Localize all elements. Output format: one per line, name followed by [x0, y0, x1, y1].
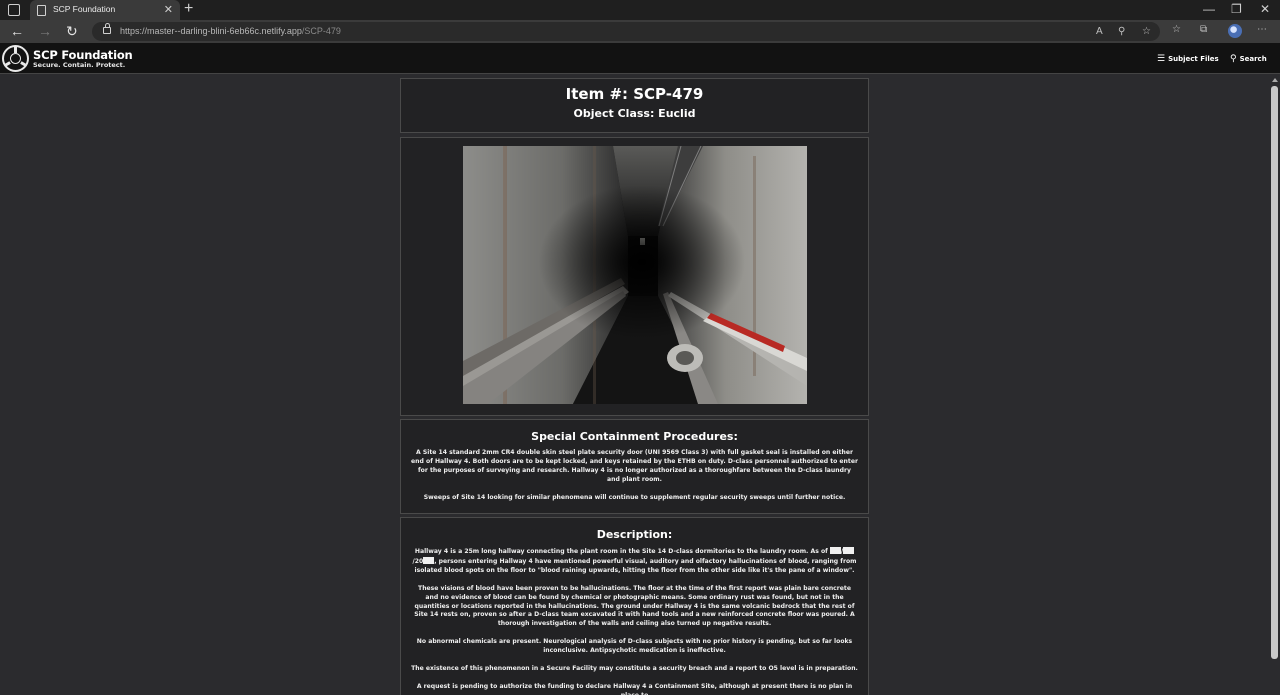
new-tab-icon[interactable]: +: [184, 1, 193, 17]
image-panel: [400, 137, 869, 416]
collections-icon[interactable]: ⧉: [1200, 24, 1207, 35]
item-header-panel: Item #: SCP-479 Object Class: Euclid: [400, 78, 869, 133]
description-paragraph: Hallway 4 is a 25m long hallway connecti…: [412, 547, 857, 574]
zoom-icon[interactable]: ⚲: [1118, 26, 1125, 37]
redacted-block: [843, 547, 855, 554]
profile-avatar[interactable]: [1228, 24, 1242, 38]
favorites-icon[interactable]: ☆: [1172, 24, 1181, 35]
description-paragraph: The existence of this phenomenon in a Se…: [411, 665, 858, 673]
site-title[interactable]: SCP Foundation: [33, 48, 133, 62]
browser-toolbar: ← → ↻ https://master--darling-blini-6eb6…: [0, 20, 1280, 43]
search-link[interactable]: ⚲ Search: [1230, 54, 1267, 64]
search-icon: ⚲: [1230, 54, 1237, 64]
item-number: Item #: SCP-479: [565, 85, 704, 103]
page-favicon-icon: [37, 5, 46, 16]
more-menu-icon[interactable]: ⋯: [1257, 24, 1267, 35]
close-window-icon[interactable]: ✕: [1260, 2, 1270, 16]
object-class: Object Class: Euclid: [573, 107, 696, 120]
site-header: SCP Foundation Secure. Contain. Protect.…: [0, 43, 1280, 74]
description-paragraph: No abnormal chemicals are present. Neuro…: [416, 638, 853, 655]
lock-icon[interactable]: [103, 23, 111, 34]
restore-icon[interactable]: ❐: [1231, 2, 1242, 16]
scp-logo-icon[interactable]: [2, 45, 29, 72]
forward-icon[interactable]: →: [38, 23, 52, 39]
menu-icon: ☰: [1157, 54, 1166, 64]
description-heading: Description:: [596, 528, 673, 541]
hallway-photo: [463, 146, 807, 404]
redacted-block: [423, 556, 435, 564]
containment-paragraph: A Site 14 standard 2mm CR4 double skin s…: [411, 449, 858, 483]
scroll-up-arrow-icon[interactable]: [1272, 78, 1278, 82]
minimize-icon[interactable]: —: [1203, 2, 1215, 16]
add-favorite-icon[interactable]: ☆: [1142, 26, 1151, 37]
tab-actions-icon[interactable]: [8, 4, 20, 16]
scrollbar-thumb[interactable]: [1271, 86, 1278, 659]
tab-title: SCP Foundation: [53, 4, 116, 14]
containment-procedures-panel: Special Containment Procedures: A Site 1…: [400, 419, 869, 514]
reload-icon[interactable]: ↻: [66, 23, 78, 39]
containment-paragraph: Sweeps of Site 14 looking for similar ph…: [423, 493, 846, 501]
subject-files-link[interactable]: ☰ Subject Files: [1157, 54, 1219, 64]
redacted-block: [829, 547, 841, 554]
url-text[interactable]: https://master--darling-blini-6eb66c.net…: [120, 26, 341, 36]
site-tagline: Secure. Contain. Protect.: [33, 61, 126, 69]
search-label: Search: [1239, 55, 1267, 63]
browser-tab[interactable]: SCP Foundation ✕: [30, 0, 180, 20]
description-panel: Description: Hallway 4 is a 25m long hal…: [400, 517, 869, 695]
subject-files-label: Subject Files: [1168, 55, 1219, 63]
browser-tab-bar: SCP Foundation ✕ + — ❐ ✕: [0, 0, 1280, 20]
back-icon[interactable]: ←: [10, 23, 24, 39]
read-aloud-icon[interactable]: A: [1096, 26, 1103, 37]
containment-heading: Special Containment Procedures:: [531, 430, 738, 443]
address-bar[interactable]: https://master--darling-blini-6eb66c.net…: [92, 22, 1160, 41]
tab-close-icon[interactable]: ✕: [164, 3, 173, 16]
description-paragraph: A request is pending to authorize the fu…: [416, 682, 853, 695]
description-paragraph: These visions of blood have been proven …: [414, 584, 855, 628]
